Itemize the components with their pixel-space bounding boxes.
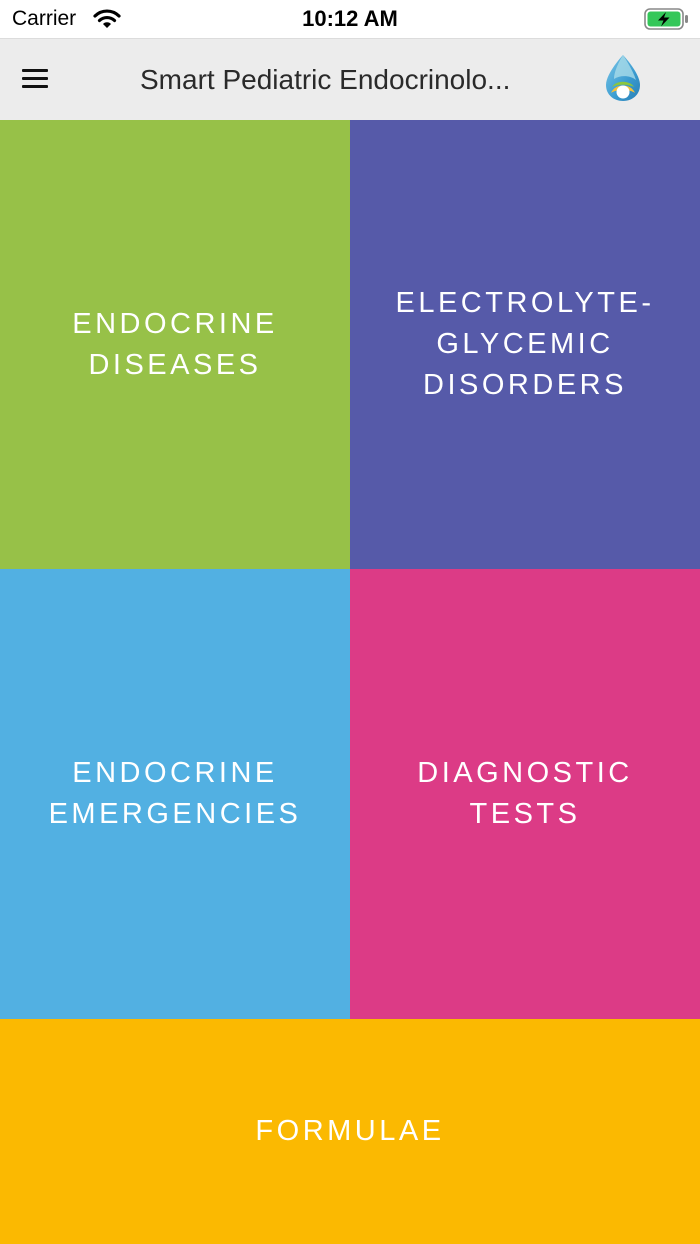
tile-label: FORMULAE — [255, 1115, 445, 1147]
battery-charging-icon — [644, 8, 690, 35]
tile-formulae[interactable]: FORMULAE — [0, 1019, 700, 1244]
droplet-logo-icon — [602, 53, 644, 108]
tile-electrolyte-glycemic-disorders[interactable]: ELECTROLYTE- GLYCEMIC DISORDERS — [350, 120, 700, 569]
status-bar: Carrier 10:12 AM — [0, 0, 700, 38]
status-time: 10:12 AM — [302, 6, 398, 31]
tile-label: ENDOCRINE DISEASES — [72, 307, 278, 381]
category-grid: ENDOCRINE DISEASES ELECTROLYTE- GLYCEMIC… — [0, 120, 700, 1244]
tile-endocrine-emergencies[interactable]: ENDOCRINE EMERGENCIES — [0, 569, 350, 1019]
tile-label: DIAGNOSTIC TESTS — [417, 757, 633, 830]
tile-diagnostic-tests[interactable]: DIAGNOSTIC TESTS — [350, 569, 700, 1019]
page-title: Smart Pediatric Endocrinolo... — [140, 64, 511, 95]
tile-label: ELECTROLYTE- GLYCEMIC DISORDERS — [395, 287, 655, 401]
tile-endocrine-diseases[interactable]: ENDOCRINE DISEASES — [0, 120, 350, 569]
tile-label: ENDOCRINE EMERGENCIES — [48, 757, 302, 830]
hamburger-menu-icon[interactable] — [22, 69, 50, 91]
navigation-bar: Smart Pediatric Endocrinolo... — [0, 38, 700, 120]
